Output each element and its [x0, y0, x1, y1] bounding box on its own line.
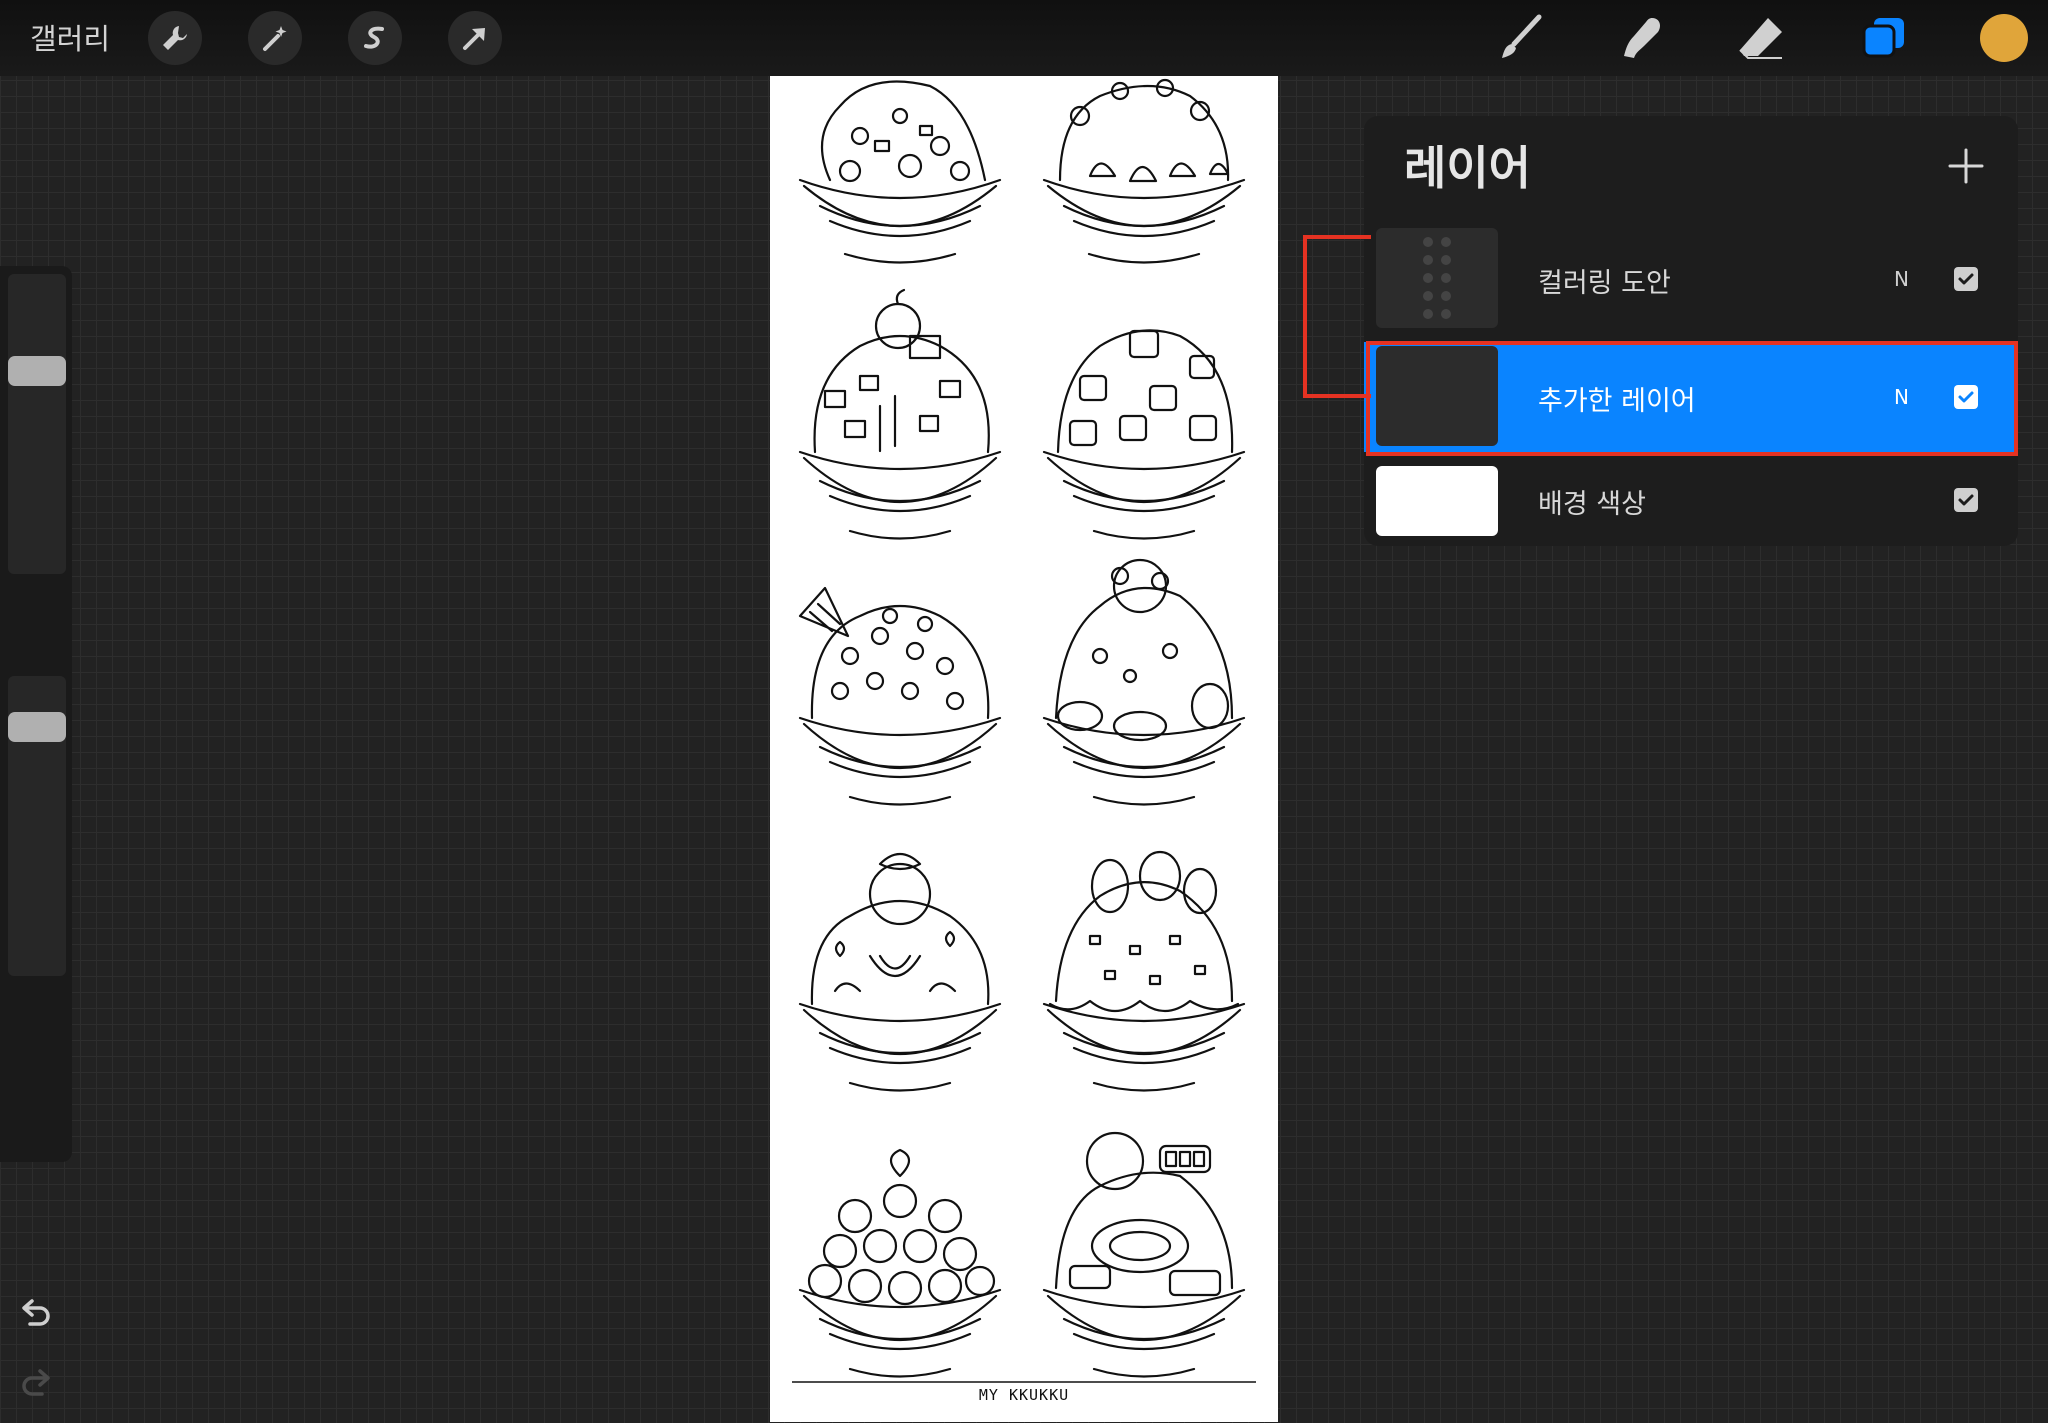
undo-icon[interactable]: [18, 1296, 54, 1332]
left-sidebar: [0, 266, 72, 1396]
blend-mode[interactable]: N: [1894, 267, 1909, 291]
visibility-checkbox[interactable]: [1954, 385, 1978, 409]
bingsu-drawing: [1042, 329, 1246, 540]
layer-row-selected[interactable]: 추가한 레이어 N: [1364, 342, 2018, 452]
bingsu-drawing: [1042, 558, 1246, 806]
layer-thumbnail: [1376, 346, 1498, 446]
brush-size-handle[interactable]: [8, 356, 66, 386]
brush-icon: [1502, 14, 1542, 58]
bingsu-drawing: [798, 586, 1002, 806]
actions-button[interactable]: [148, 11, 202, 65]
layer-thumbnail-preview: [1423, 237, 1451, 319]
panel-title: 레이어: [1404, 141, 1531, 195]
redo-icon[interactable]: [18, 1366, 54, 1402]
selection-s-icon: [364, 26, 384, 49]
eraser-icon: [1739, 18, 1782, 59]
bingsu-illustrations: [792, 78, 1256, 1383]
bingsu-drawing: [798, 288, 1002, 540]
bingsu-drawing: [798, 852, 1002, 1092]
brush-size-slider[interactable]: [8, 274, 66, 574]
checkmark-icon: [1958, 273, 1974, 285]
layers-icon: [1862, 18, 1904, 58]
bingsu-drawing: [798, 80, 1002, 264]
layer-name: 배경 색상: [1538, 489, 1646, 520]
annotation-bracket: [1303, 235, 1371, 398]
layer-row[interactable]: 배경 색상: [1364, 460, 2018, 540]
move-arrow-icon: [463, 28, 485, 50]
layer-name: 추가한 레이어: [1538, 386, 1696, 417]
bingsu-drawing: [1042, 78, 1246, 264]
layer-name: 컬러링 도안: [1538, 268, 1671, 299]
wrench-icon: [163, 26, 187, 50]
top-toolbar: 갤러리: [0, 0, 2048, 76]
background-color-swatch: [1376, 466, 1498, 536]
color-picker-button[interactable]: [1980, 14, 2028, 62]
signature-text: MY KKUKKU: [978, 1386, 1070, 1404]
magic-wand-icon: [263, 26, 287, 51]
bingsu-drawing: [798, 1148, 1002, 1378]
transform-button[interactable]: [448, 11, 502, 65]
visibility-checkbox[interactable]: [1954, 488, 1978, 512]
layer-thumbnail: [1376, 228, 1498, 328]
blend-mode[interactable]: N: [1894, 385, 1909, 409]
layers-panel: 레이어 컬러링 도안 N 추가한 레이어 N 배경 색상: [1364, 116, 2018, 546]
bingsu-drawing: [1042, 850, 1246, 1092]
selection-button[interactable]: [348, 11, 402, 65]
layer-row[interactable]: 컬러링 도안 N: [1364, 224, 2018, 334]
smudge-icon: [1624, 18, 1660, 58]
visibility-checkbox[interactable]: [1954, 267, 1978, 291]
checkmark-icon: [1958, 391, 1974, 403]
checkmark-icon: [1958, 494, 1974, 506]
eraser-button[interactable]: [1736, 12, 1788, 64]
adjustments-button[interactable]: [248, 11, 302, 65]
plus-icon[interactable]: [1946, 146, 1986, 186]
smudge-button[interactable]: [1614, 12, 1666, 64]
gallery-button[interactable]: 갤러리: [30, 16, 110, 58]
brush-button[interactable]: [1494, 12, 1546, 64]
opacity-handle[interactable]: [8, 712, 66, 742]
drawing-canvas[interactable]: MY KKUKKU: [770, 76, 1278, 1422]
bingsu-drawing: [1042, 1131, 1246, 1378]
layers-button[interactable]: [1860, 12, 1912, 64]
